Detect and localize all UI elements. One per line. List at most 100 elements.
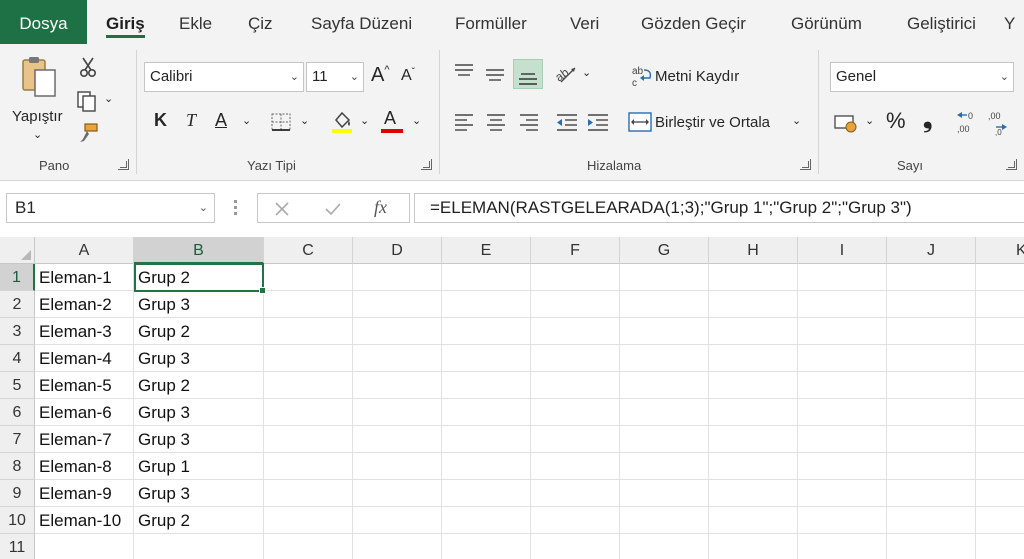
cell-empty[interactable] [887,507,976,534]
cell-empty[interactable] [353,372,442,399]
orientation-dropdown-icon[interactable]: ⌄ [582,66,591,79]
wrap-text-button[interactable]: ab c Metni Kaydır [628,64,758,90]
copy-icon[interactable] [76,90,100,112]
cell-empty[interactable] [353,318,442,345]
tab-developer[interactable]: Geliştirici [907,0,976,44]
cell-empty[interactable] [798,507,887,534]
cell-a[interactable]: Eleman-1 [35,264,134,291]
underline-dropdown-icon[interactable]: ⌄ [242,114,251,127]
cell-empty[interactable] [442,426,531,453]
cell-empty[interactable] [887,372,976,399]
fill-color-icon[interactable] [330,108,354,134]
font-color-dropdown-icon[interactable]: ⌄ [412,114,421,127]
cell-empty[interactable] [798,345,887,372]
orientation-icon[interactable]: ab [553,60,579,84]
cell-empty[interactable] [976,534,1024,559]
cell-empty[interactable] [531,453,620,480]
column-header-j[interactable]: J [887,237,976,264]
cell-empty[interactable] [887,426,976,453]
cell-empty[interactable] [709,399,798,426]
column-header-e[interactable]: E [442,237,531,264]
cell-a[interactable]: Eleman-8 [35,453,134,480]
cell-empty[interactable] [264,534,353,559]
cell-empty[interactable] [798,399,887,426]
cell-empty[interactable] [976,318,1024,345]
column-header-k[interactable]: K [976,237,1024,264]
copy-dropdown-icon[interactable]: ⌄ [104,92,113,105]
cell-empty[interactable] [798,453,887,480]
cell-empty[interactable] [620,345,709,372]
row-header[interactable]: 2 [0,291,35,318]
cell-empty[interactable] [709,264,798,291]
cell-a[interactable]: Eleman-4 [35,345,134,372]
cell-empty[interactable] [264,291,353,318]
decrease-indent-icon[interactable] [555,112,579,132]
cell-empty[interactable] [353,399,442,426]
tab-page-layout[interactable]: Sayfa Düzeni [311,0,412,44]
cell-empty[interactable] [976,372,1024,399]
align-center-icon[interactable] [485,112,507,132]
row-header[interactable]: 5 [0,372,35,399]
insert-function-icon[interactable]: fx [374,197,387,218]
tab-review[interactable]: Gözden Geçir [641,0,746,44]
cell-empty[interactable] [976,399,1024,426]
increase-indent-icon[interactable] [586,112,610,132]
cell-empty[interactable] [798,318,887,345]
column-header-h[interactable]: H [709,237,798,264]
cell-a[interactable]: Eleman-10 [35,507,134,534]
cell-empty[interactable] [976,480,1024,507]
fill-color-dropdown-icon[interactable]: ⌄ [360,114,369,127]
cancel-icon[interactable] [274,201,290,217]
cell-empty[interactable] [620,534,709,559]
font-launcher-icon[interactable] [421,159,432,170]
cell-empty[interactable] [976,291,1024,318]
cell-empty[interactable] [620,507,709,534]
cell-empty[interactable] [798,426,887,453]
cell-a[interactable] [35,534,134,559]
cell-empty[interactable] [442,264,531,291]
cell-empty[interactable] [531,372,620,399]
cell-empty[interactable] [353,345,442,372]
cell-empty[interactable] [887,534,976,559]
cell-empty[interactable] [531,399,620,426]
tab-home[interactable]: Giriş [106,0,145,44]
cell-empty[interactable] [442,453,531,480]
cell-empty[interactable] [353,507,442,534]
tab-view[interactable]: Görünüm [791,0,862,44]
cell-empty[interactable] [887,291,976,318]
cell-empty[interactable] [976,453,1024,480]
tab-help-partial[interactable]: Y [1004,0,1015,44]
cell-empty[interactable] [442,534,531,559]
cell-empty[interactable] [620,399,709,426]
cell-b[interactable]: Grup 3 [134,399,264,426]
cell-empty[interactable] [620,480,709,507]
number-launcher-icon[interactable] [1006,159,1017,170]
cell-empty[interactable] [887,345,976,372]
cell-empty[interactable] [620,291,709,318]
underline-button[interactable]: A [215,110,227,131]
format-painter-icon[interactable] [77,122,99,144]
chevron-down-icon[interactable]: ⌄ [33,128,42,141]
cell-empty[interactable] [887,453,976,480]
cell-empty[interactable] [353,480,442,507]
cell-empty[interactable] [709,372,798,399]
align-top-icon[interactable] [453,62,475,82]
cell-empty[interactable] [442,399,531,426]
cell-empty[interactable] [709,453,798,480]
comma-style-button[interactable]: ❟ [923,106,932,134]
cell-empty[interactable] [709,534,798,559]
cell-empty[interactable] [442,372,531,399]
tab-data[interactable]: Veri [570,0,599,44]
cell-empty[interactable] [709,318,798,345]
borders-icon[interactable] [270,112,292,132]
cell-empty[interactable] [976,264,1024,291]
shrink-font-icon[interactable]: Aˇ [401,67,415,85]
cell-empty[interactable] [709,345,798,372]
cell-empty[interactable] [442,291,531,318]
paste-button[interactable]: Yapıştır ⌄ [8,50,70,146]
cell-empty[interactable] [442,345,531,372]
cell-empty[interactable] [620,318,709,345]
cell-b[interactable]: Grup 2 [134,318,264,345]
font-name-select[interactable]: Calibri ⌄ [144,62,304,92]
cell-empty[interactable] [709,291,798,318]
